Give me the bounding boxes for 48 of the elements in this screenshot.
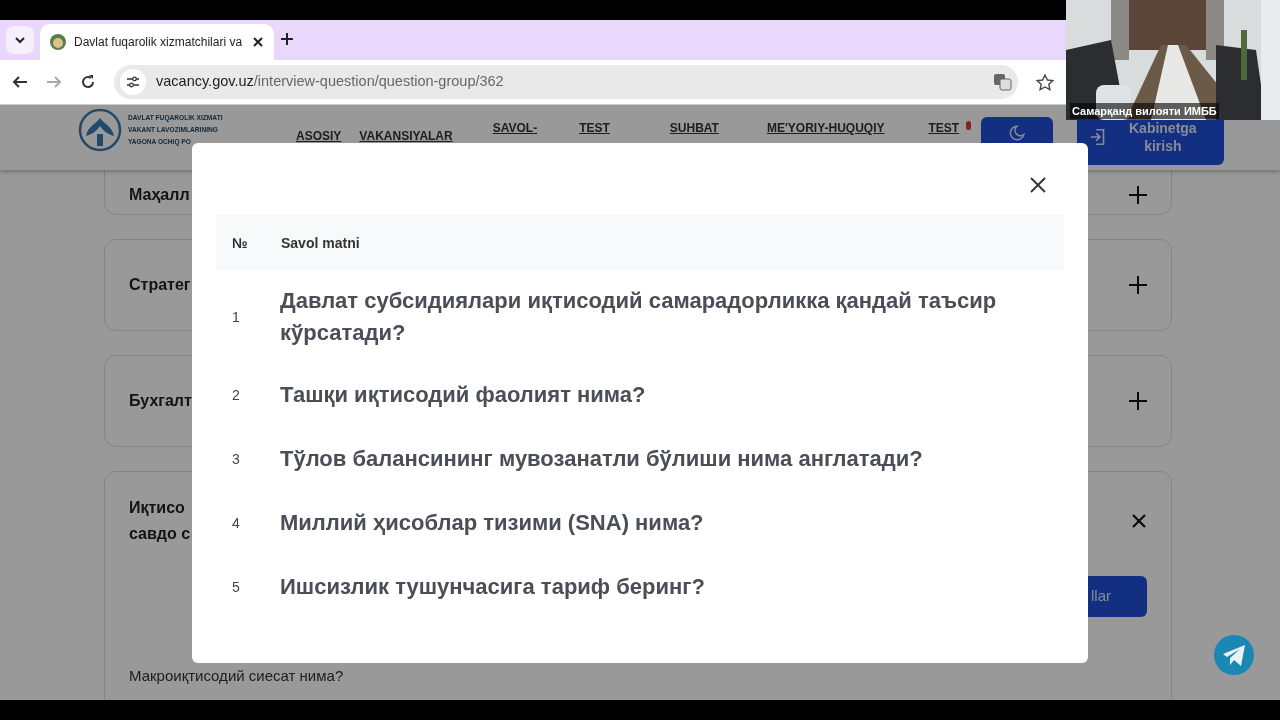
- column-header: Savol matni: [280, 215, 1064, 271]
- login-icon: [1089, 126, 1106, 147]
- row-number: 1: [216, 271, 280, 363]
- accordion-title[interactable]: Стратег: [129, 272, 191, 298]
- question-text: Миллий ҳисоблар тизими (SNA) нима?: [280, 509, 705, 537]
- accordion-title[interactable]: Бухгалт: [129, 388, 192, 414]
- accordion-title[interactable]: Маҳалл: [129, 182, 190, 208]
- new-tab-icon[interactable]: [280, 32, 294, 46]
- translate-icon[interactable]: [993, 73, 1012, 91]
- close-icon: [1030, 177, 1046, 193]
- star-icon[interactable]: [1036, 73, 1054, 91]
- question-text: Ишсизлик тушунчасига тариф беринг?: [280, 573, 706, 601]
- url-text: vacancy.gov.uz/interview-question/question-group/362: [156, 72, 504, 92]
- row-number: 5: [231, 578, 241, 597]
- nav-link[interactable]: ASOSIY: [288, 127, 350, 145]
- reload-icon[interactable]: [80, 74, 96, 90]
- tab-title: Davlat fuqarolik xizmatchilari va: [74, 34, 244, 51]
- site-settings-icon[interactable]: [126, 75, 140, 89]
- row-number: 2: [216, 363, 280, 427]
- nav-link[interactable]: VAKANSIYALAR: [351, 127, 461, 145]
- close-button[interactable]: [1028, 175, 1048, 195]
- moon-icon: [1009, 125, 1026, 141]
- nav-link[interactable]: TEST: [571, 119, 618, 145]
- close-icon[interactable]: [252, 36, 264, 48]
- favicon-icon: [50, 34, 66, 50]
- nav-link[interactable]: SUHBAT: [661, 119, 727, 145]
- row-number: 3: [216, 427, 280, 491]
- tab-list-button[interactable]: [6, 26, 34, 54]
- row-number: 4: [231, 514, 241, 533]
- question-text: Ташқи иқтисодий фаолият нима?: [280, 381, 647, 409]
- nav-link[interactable]: ME'YORIY-HUQUQIY: [758, 119, 893, 145]
- nav-link[interactable]: TEST: [920, 119, 968, 145]
- paper-plane-icon[interactable]: [1214, 635, 1254, 675]
- plus-icon[interactable]: [1129, 276, 1147, 294]
- question-text: Давлат субсидиялари иқтисодий самарадорликка қандай таъсир кўрсатади?: [280, 271, 1064, 363]
- participant-name: Самарқанд вилояти ИМББ: [1070, 102, 1219, 119]
- question-text: Макроиқтисодий сиесат нима?: [129, 665, 345, 686]
- plus-icon[interactable]: [1129, 392, 1147, 410]
- close-icon[interactable]: [1131, 513, 1147, 529]
- plus-icon[interactable]: [1129, 186, 1147, 204]
- accordion-title[interactable]: Иқтисо савдо с: [129, 495, 191, 547]
- question-text: Тўлов балансининг мувозанатли бўлиши нима англатади?: [280, 445, 924, 473]
- back-icon[interactable]: [12, 74, 28, 90]
- address-bar[interactable]: vacancy.gov.uz/interview-question/question-group/362: [114, 65, 1018, 99]
- nav-link[interactable]: SAVOL-: [484, 119, 546, 145]
- column-header: №: [216, 215, 280, 271]
- browser-tab[interactable]: Davlat fuqarolik xizmatchilari va: [40, 24, 274, 60]
- emblem-icon: [78, 108, 122, 152]
